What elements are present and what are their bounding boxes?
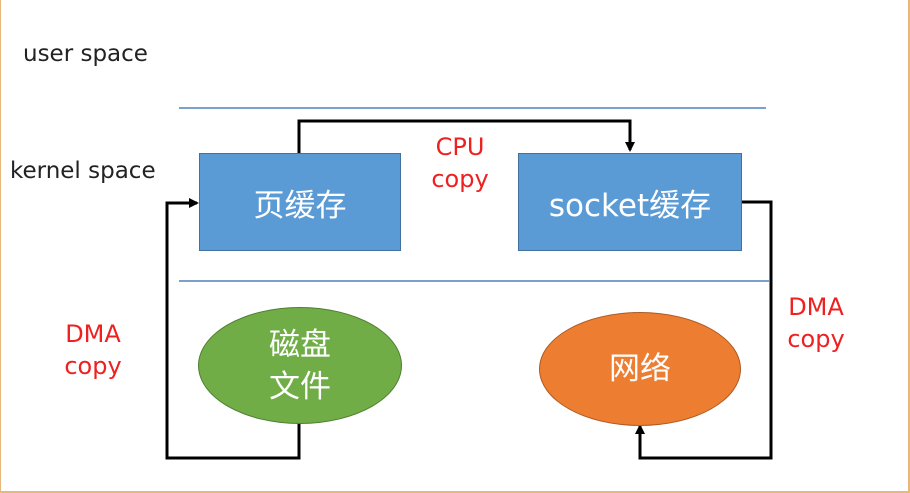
user-space-label: user space (23, 41, 148, 67)
network-node: 网络 (539, 312, 741, 426)
dma-copy-left-label: DMA copy (64, 320, 122, 380)
connector-layer (165, 107, 773, 460)
kernel-space-label: kernel space (10, 158, 156, 184)
dma-copy-right-label: DMA copy (787, 293, 845, 353)
disk-file-node: 磁盘 文件 (198, 307, 402, 424)
diagram-canvas: user space kernel space 页缓存 socket缓存 磁盘 … (0, 0, 910, 493)
page-cache-node: 页缓存 (199, 153, 401, 251)
socket-cache-node: socket缓存 (518, 153, 742, 251)
cpu-copy-label: CPU copy (431, 133, 489, 193)
